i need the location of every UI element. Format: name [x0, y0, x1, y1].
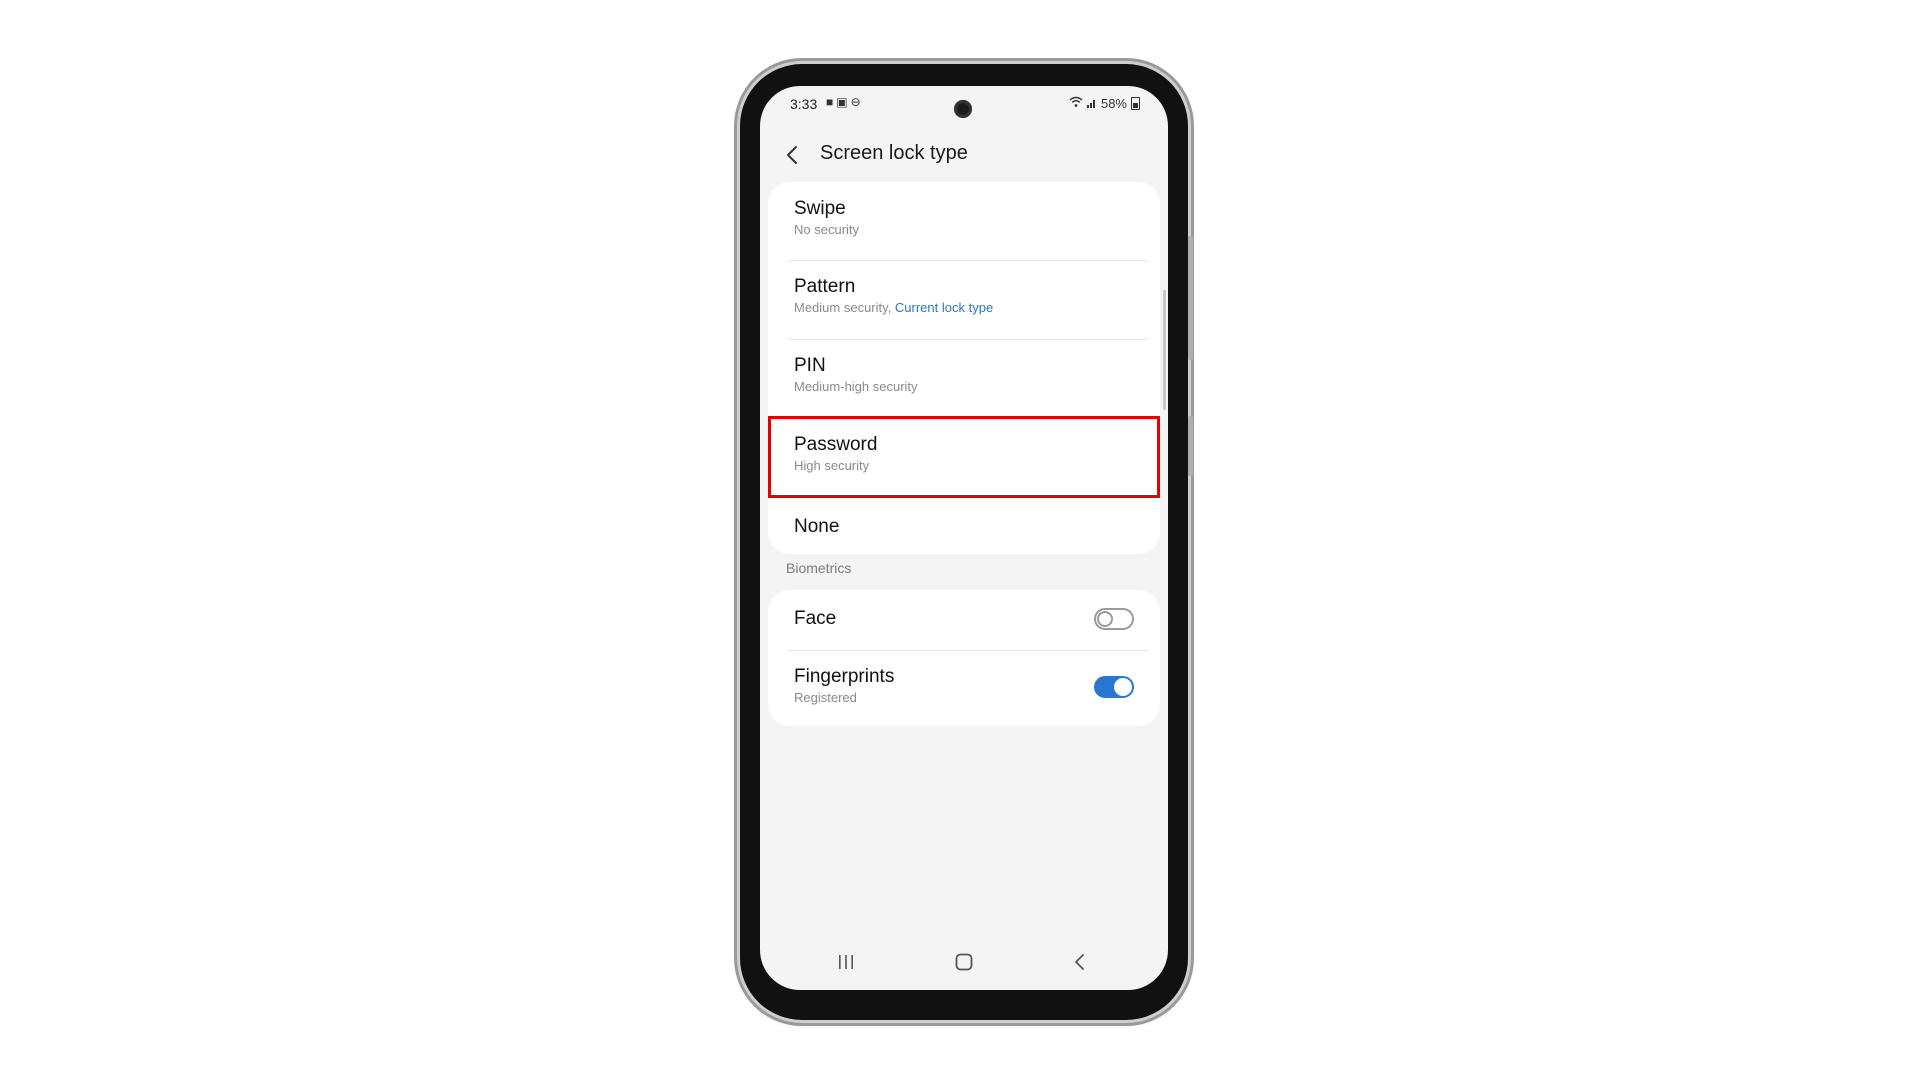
lock-option-none[interactable]: None: [768, 498, 1160, 554]
lock-option-title: PIN: [794, 355, 826, 376]
page-title: Screen lock type: [820, 142, 968, 164]
status-time: 3:33: [790, 96, 818, 112]
video-icon: ■: [826, 95, 837, 109]
lock-type-list: Swipe No security Pattern Medium securit…: [768, 182, 1160, 554]
recents-icon: [839, 955, 853, 969]
nav-back-button[interactable]: [1066, 948, 1094, 976]
lock-option-title: Pattern: [794, 276, 856, 297]
battery-text: 58%: [1100, 96, 1127, 111]
battery-icon: [1131, 97, 1140, 110]
lock-option-pattern[interactable]: Pattern Medium security, Current lock ty…: [768, 260, 1160, 324]
lock-option-subtitle: Medium-high security: [794, 379, 918, 394]
power-button: [1188, 416, 1193, 476]
lock-option-subtitle: No security: [794, 222, 860, 237]
chevron-left-icon: [787, 146, 797, 164]
signal-icon: [1086, 96, 1097, 111]
section-label-biometrics: Biometrics: [786, 560, 852, 576]
wifi-icon: [1069, 96, 1083, 111]
phone-screen: 3:33 ■▣⊖ 58% Screen lock type Swipe No s…: [760, 86, 1168, 990]
lock-option-pin[interactable]: PIN Medium-high security: [768, 339, 1160, 403]
status-right: 58%: [1069, 96, 1140, 111]
lock-option-title: None: [794, 516, 840, 537]
password-highlight-box: [768, 416, 1160, 498]
biometric-title: Fingerprints: [794, 666, 895, 687]
app-header: Screen lock type: [760, 128, 1168, 184]
status-notification-icons: ■▣⊖: [826, 95, 864, 109]
security-level: Medium security,: [794, 300, 895, 315]
volume-button: [1188, 236, 1193, 360]
biometric-title: Face: [794, 608, 837, 629]
lock-option-title: Swipe: [794, 198, 846, 219]
scrollbar[interactable]: [1163, 290, 1166, 410]
face-toggle[interactable]: [1094, 608, 1134, 630]
toggle-knob: [1097, 611, 1113, 627]
biometric-subtitle: Registered: [794, 690, 857, 705]
biometric-fingerprints[interactable]: Fingerprints Registered: [768, 650, 1160, 726]
dnd-icon: ⊖: [850, 95, 864, 109]
biometric-face[interactable]: Face: [768, 590, 1160, 650]
lock-option-swipe[interactable]: Swipe No security: [768, 182, 1160, 246]
front-camera: [954, 100, 972, 118]
back-icon: [1075, 954, 1084, 970]
lock-option-subtitle: Medium security, Current lock type: [794, 300, 993, 315]
recents-button[interactable]: [832, 948, 860, 976]
current-lock-type-label: Current lock type: [894, 300, 994, 315]
fingerprints-toggle[interactable]: [1094, 676, 1134, 698]
home-button[interactable]: [950, 948, 978, 976]
status-bar: 3:33 ■▣⊖ 58%: [760, 86, 1168, 126]
navigation-bar: [760, 934, 1168, 990]
biometrics-list: Face Fingerprints Registered: [768, 590, 1160, 726]
toggle-knob: [1114, 678, 1132, 696]
back-button[interactable]: [778, 140, 808, 170]
home-icon: [955, 953, 973, 971]
screenshot-icon: ▣: [836, 95, 851, 109]
